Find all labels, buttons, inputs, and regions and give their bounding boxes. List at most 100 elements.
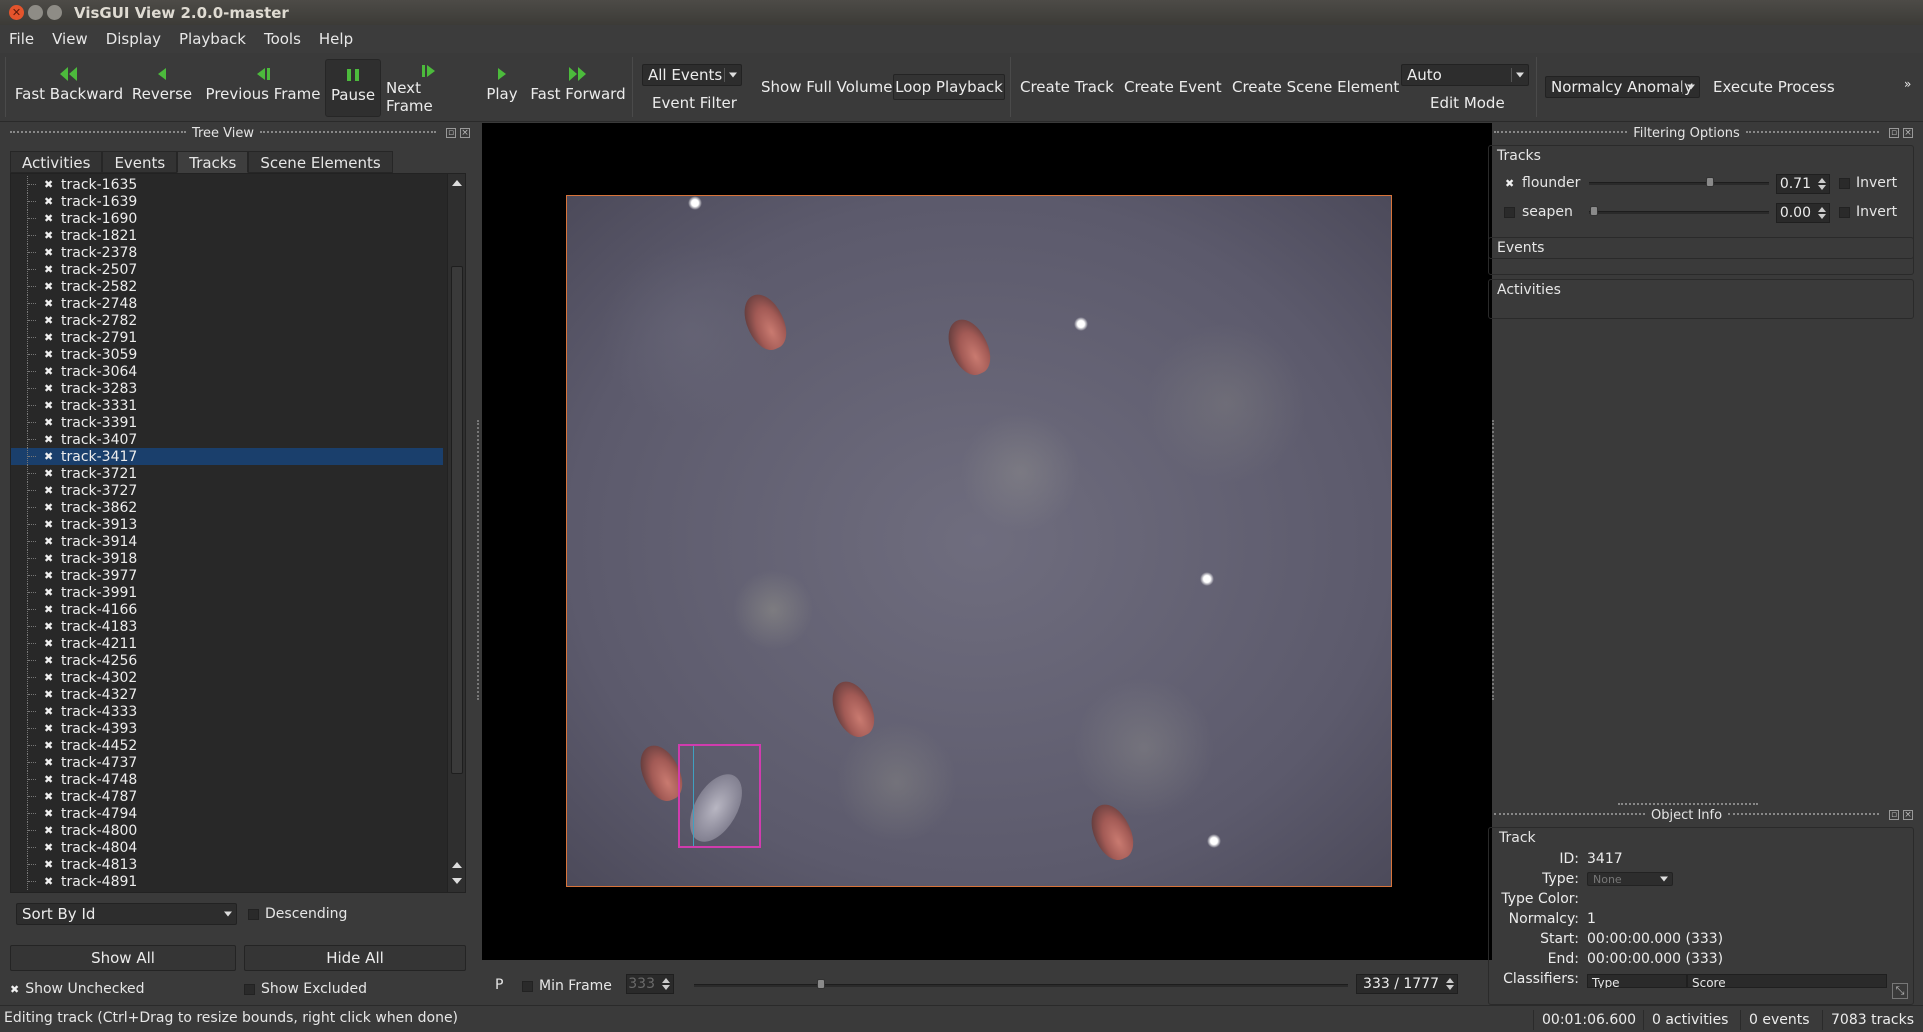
seapen-invert-checkbox[interactable] xyxy=(1839,206,1850,218)
seapen-invert[interactable]: Invert xyxy=(1839,204,1897,220)
tab-tracks[interactable]: Tracks xyxy=(177,151,249,173)
check-icon[interactable]: ✖ xyxy=(44,501,53,514)
spin-up-icon[interactable] xyxy=(1446,978,1454,983)
scrollbar-thumb[interactable] xyxy=(451,266,463,774)
type-combo[interactable]: None xyxy=(1587,872,1673,886)
check-icon[interactable]: ✖ xyxy=(44,178,53,191)
tree-row-track[interactable]: ✖ track-3862 xyxy=(11,499,443,516)
event-filter-combo[interactable]: All Events xyxy=(642,64,742,86)
tree-row-track[interactable]: ✖ track-3417 xyxy=(11,448,443,465)
check-icon[interactable]: ✖ xyxy=(44,297,53,310)
fast-forward-button[interactable]: Fast Forward xyxy=(530,63,626,115)
frame-slider-handle[interactable] xyxy=(817,979,825,989)
tree-row-track[interactable]: ✖ track-2791 xyxy=(11,329,443,346)
next-frame-button[interactable]: Next Frame xyxy=(386,63,472,115)
check-icon[interactable]: ✖ xyxy=(44,722,53,735)
tree-row-track[interactable]: ✖ track-4737 xyxy=(11,754,443,771)
check-icon[interactable]: ✖ xyxy=(44,586,53,599)
close-window-icon[interactable]: ✕ xyxy=(9,5,24,20)
check-icon[interactable]: ✖ xyxy=(44,484,53,497)
check-icon[interactable]: ✖ xyxy=(44,348,53,361)
dock-splitter[interactable] xyxy=(1618,803,1758,805)
edit-mode-combo[interactable]: Auto xyxy=(1401,64,1529,86)
seapen-slider-handle[interactable] xyxy=(1590,206,1598,216)
check-icon[interactable]: ✖ xyxy=(44,535,53,548)
check-icon[interactable]: ✖ xyxy=(44,569,53,582)
check-icon[interactable]: ✖ xyxy=(44,467,53,480)
check-icon[interactable]: ✖ xyxy=(44,399,53,412)
tree-row-track[interactable]: ✖ track-3391 xyxy=(11,414,443,431)
menu-tools[interactable]: Tools xyxy=(255,30,310,48)
classifiers-table[interactable]: Type Score xyxy=(1587,974,1905,988)
check-icon[interactable]: ✖ xyxy=(44,688,53,701)
seapen-checkbox[interactable] xyxy=(1504,207,1515,218)
check-icon[interactable]: ✖ xyxy=(44,229,53,242)
tree-row-track[interactable]: ✖ track-4211 xyxy=(11,635,443,652)
hide-all-button[interactable]: Hide All xyxy=(244,945,466,971)
check-icon[interactable]: ✖ xyxy=(1505,177,1514,190)
reverse-button[interactable]: Reverse xyxy=(128,63,196,115)
p-label[interactable]: P xyxy=(495,977,503,993)
seapen-threshold[interactable]: 0.00 xyxy=(1776,203,1830,223)
flounder-threshold[interactable]: 0.71 xyxy=(1776,174,1830,194)
tree-row-track[interactable]: ✖ track-2782 xyxy=(11,312,443,329)
tree-row-track[interactable]: ✖ track-3914 xyxy=(11,533,443,550)
show-excluded-checkbox[interactable] xyxy=(244,983,255,995)
descending-toggle[interactable]: Descending xyxy=(248,906,347,922)
check-icon[interactable]: ✖ xyxy=(44,518,53,531)
sort-combo[interactable]: Sort By Id xyxy=(16,903,237,925)
flounder-slider[interactable] xyxy=(1589,182,1769,185)
minimize-window-icon[interactable] xyxy=(28,5,43,20)
check-icon[interactable]: ✖ xyxy=(44,875,53,888)
check-icon[interactable]: ✖ xyxy=(44,824,53,837)
scroll-down-icon[interactable] xyxy=(452,878,462,884)
tree-row-track[interactable]: ✖ track-4333 xyxy=(11,703,443,720)
tree-row-track[interactable]: ✖ track-1690 xyxy=(11,210,443,227)
check-icon[interactable]: ✖ xyxy=(44,280,53,293)
spin-down-icon[interactable] xyxy=(1818,185,1826,190)
check-icon[interactable]: ✖ xyxy=(44,773,53,786)
process-combo[interactable]: Normalcy Anomaly xyxy=(1545,76,1700,98)
tree-row-track[interactable]: ✖ track-3721 xyxy=(11,465,443,482)
show-excluded-toggle[interactable]: Show Excluded xyxy=(244,981,367,997)
check-icon[interactable]: ✖ xyxy=(44,450,53,463)
previous-frame-button[interactable]: Previous Frame xyxy=(204,63,322,115)
check-icon[interactable]: ✖ xyxy=(44,552,53,565)
close-icon[interactable]: × xyxy=(460,128,471,138)
classifier-col-score[interactable]: Score xyxy=(1687,974,1887,988)
check-icon[interactable]: ✖ xyxy=(44,620,53,633)
check-icon[interactable]: ✖ xyxy=(44,212,53,225)
tree-row-track[interactable]: ✖ track-2748 xyxy=(11,295,443,312)
tree-row-track[interactable]: ✖ track-3918 xyxy=(11,550,443,567)
seapen-slider[interactable] xyxy=(1589,211,1769,214)
flounder-invert[interactable]: Invert xyxy=(1839,175,1897,191)
check-icon[interactable]: ✖ xyxy=(44,195,53,208)
float-icon[interactable]: ▫ xyxy=(1889,128,1899,138)
tab-activities[interactable]: Activities xyxy=(10,151,103,173)
tree-row-track[interactable]: ✖ track-4748 xyxy=(11,771,443,788)
tree-row-track[interactable]: ✖ track-3977 xyxy=(11,567,443,584)
check-icon[interactable]: ✖ xyxy=(44,790,53,803)
descending-checkbox[interactable] xyxy=(248,908,259,920)
tree-row-track[interactable]: ✖ track-1639 xyxy=(11,193,443,210)
check-icon[interactable]: ✖ xyxy=(44,841,53,854)
spin-down-icon[interactable] xyxy=(662,985,670,990)
tree-row-track[interactable]: ✖ track-4804 xyxy=(11,839,443,856)
check-icon[interactable]: ✖ xyxy=(44,637,53,650)
play-button[interactable]: Play xyxy=(480,63,524,115)
tree-row-track[interactable]: ✖ track-4794 xyxy=(11,805,443,822)
scroll-up-icon[interactable] xyxy=(452,180,462,186)
resize-grip-icon[interactable]: ⤡ xyxy=(1892,983,1908,999)
frame-spinbox[interactable]: 333 / 1777 xyxy=(1356,974,1458,994)
close-icon[interactable]: × xyxy=(1903,810,1914,820)
menu-playback[interactable]: Playback xyxy=(170,30,255,48)
maximize-window-icon[interactable] xyxy=(47,5,62,20)
tree-row-track[interactable]: ✖ track-4256 xyxy=(11,652,443,669)
check-icon[interactable]: ✖ xyxy=(44,433,53,446)
check-icon[interactable]: ✖ xyxy=(44,603,53,616)
check-icon[interactable]: ✖ xyxy=(44,671,53,684)
tree-row-track[interactable]: ✖ track-4183 xyxy=(11,618,443,635)
tab-events[interactable]: Events xyxy=(102,151,178,173)
flounder-invert-checkbox[interactable] xyxy=(1839,177,1850,189)
tree-row-track[interactable]: ✖ track-4302 xyxy=(11,669,443,686)
